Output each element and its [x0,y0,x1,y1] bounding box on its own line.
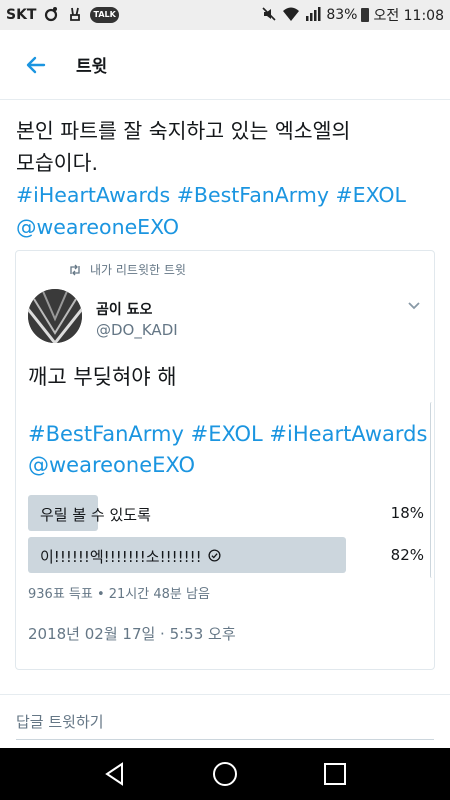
peace-hand-icon [66,6,84,24]
tweet-text: 본인 파트를 잘 숙지하고 있는 엑소엘의 모습이다. #iHeartAward… [16,115,436,243]
quoted-mention[interactable]: @weareoneEXO [28,450,428,481]
signal-icon [304,6,322,24]
poll-option: 우릴 볼 수 있도록 18% [28,495,424,531]
tweet-text-line: 본인 파트를 잘 숙지하고 있는 엑소엘의 [16,119,351,143]
quoted-hashtags[interactable]: #BestFanArmy #EXOL #iHeartAwards [28,419,428,450]
chevron-down-icon[interactable] [406,297,422,313]
wifi-icon [282,6,300,24]
battery-percent: 83% [326,7,358,23]
author-handle[interactable]: @DO_KADI [96,321,178,339]
retweet-context: 내가 리트윗한 트윗 [68,261,186,278]
home-circle-icon [213,762,237,786]
app-bar: 트윗 [0,30,450,100]
carrier-label: SKT [6,7,37,23]
reply-input[interactable]: 답글 트윗하기 [16,711,104,732]
check-circle-icon [208,548,221,566]
poll: 우릴 볼 수 있도록 18% 이!!!!!!엑!!!!!!!소!!!!!!! 8… [28,495,424,579]
notification-icon [42,6,60,24]
triangle-back-icon [105,762,123,786]
retweet-label: 내가 리트윗한 트윗 [90,263,186,277]
home-nav-button[interactable] [205,754,245,794]
battery-icon [361,8,370,22]
poll-option-percent: 82% [390,546,424,564]
system-nav-bar [0,748,450,800]
quoted-tweet-text: 깨고 부딪혀야 해 [28,365,177,389]
poll-option-label: 이!!!!!!엑!!!!!!!소!!!!!!! [40,548,202,566]
quoted-tweet-card[interactable]: 내가 리트윗한 트윗 곰이 됴오 @DO_KADI 깨고 부딪혀야 해 #Bes… [15,250,435,670]
retweet-icon [70,264,80,275]
poll-option: 이!!!!!!엑!!!!!!!소!!!!!!! 82% [28,537,424,573]
back-button[interactable] [16,45,56,85]
tweet-text-line: 모습이다. [16,151,98,175]
poll-option-label-wrap: 이!!!!!!엑!!!!!!!소!!!!!!! [40,546,221,567]
recents-nav-button[interactable] [315,754,355,794]
tweet-mention[interactable]: @weareoneEXO [16,211,436,243]
tweet-timestamp: 2018년 02월 17일 · 5:53 오후 [28,625,236,643]
back-nav-button[interactable] [95,754,135,794]
scrollbar[interactable] [430,402,434,578]
kakaotalk-icon: TALK [90,7,119,23]
divider [16,739,434,740]
clock: 오전 11:08 [373,8,444,24]
arrow-left-icon [26,56,46,73]
mute-icon [260,6,278,24]
poll-option-label: 우릴 볼 수 있도록 [40,506,151,524]
square-recents-icon [324,763,346,785]
poll-option-percent: 18% [390,504,424,522]
author-name[interactable]: 곰이 됴오 [96,299,152,319]
reply-composer: 답글 트윗하기 [0,694,450,748]
poll-meta: 936표 득표 • 21시간 48분 남음 [28,587,210,602]
quoted-tweet-links: #BestFanArmy #EXOL #iHeartAwards @weareo… [28,419,428,481]
avatar[interactable] [28,289,82,343]
page-title: 트윗 [76,57,108,77]
status-bar: SKT TALK 83% 오전 11:08 [0,0,450,30]
tweet-hashtags[interactable]: #iHeartAwards #BestFanArmy #EXOL [16,179,436,211]
